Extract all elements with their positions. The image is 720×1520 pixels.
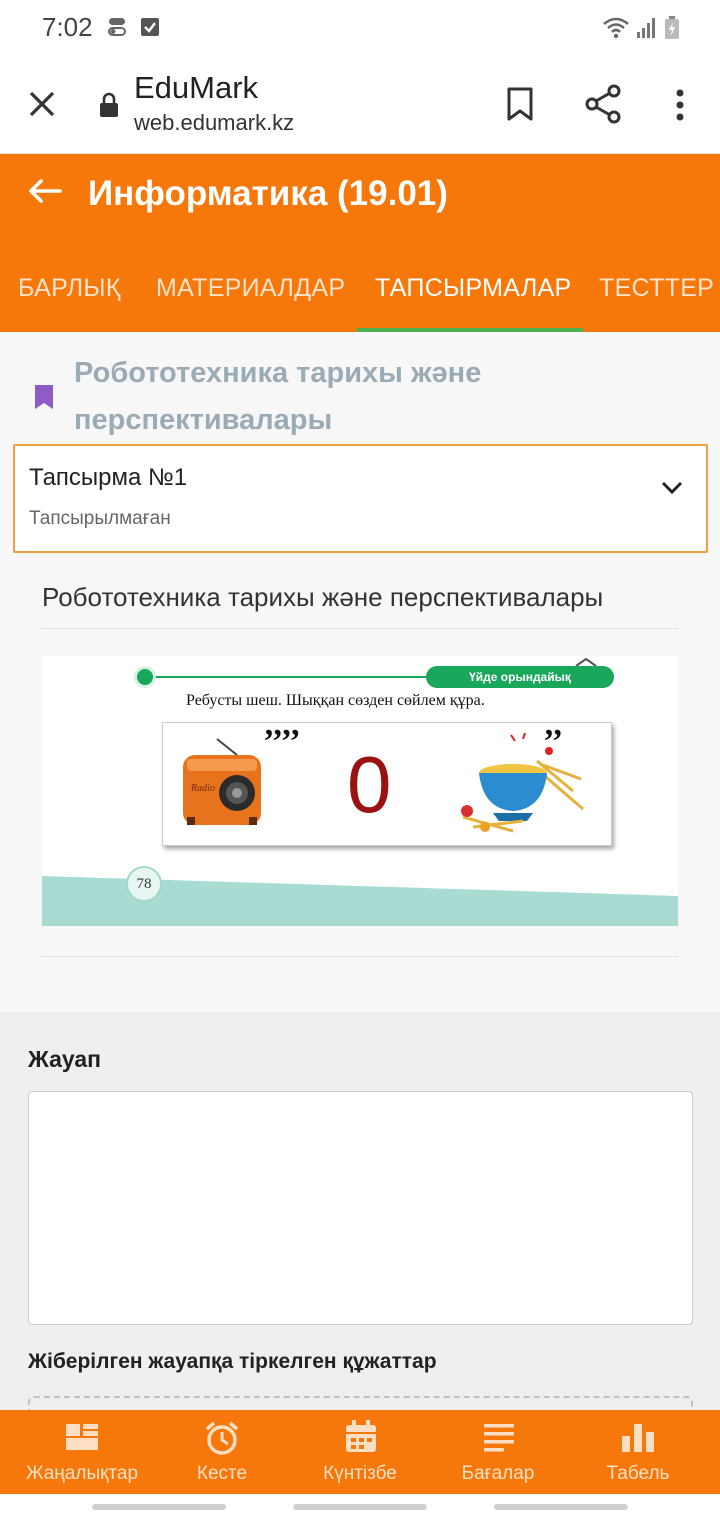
- textbook-page-image: Үйде орындайық Ребусты шеш. Шыққан сөзде…: [42, 656, 678, 926]
- lesson-title: Робототехника тарихы және перспективалар…: [74, 357, 482, 436]
- nav-schedule[interactable]: Кесте: [150, 1410, 294, 1494]
- site-title: EduMark: [134, 70, 259, 105]
- tab-bar: БАРЛЫҚ МАТЕРИАЛДАР ТАПСЫРМАЛАР ТЕСТТЕР: [0, 252, 720, 332]
- radio-icon: Radio: [183, 738, 261, 825]
- nav-label: Табель: [606, 1463, 670, 1484]
- divider: [42, 956, 678, 957]
- task-status: Тапсырылмаған: [29, 508, 171, 529]
- nav-label: Жаңалықтар: [25, 1463, 139, 1484]
- page-title: Информатика (19.01): [88, 174, 448, 213]
- divider: [42, 628, 678, 629]
- rebus-box: Radio ’’’’ 0 ’’: [162, 722, 612, 846]
- nav-label: Бағалар: [461, 1463, 535, 1484]
- nav-label: Күнтізбе: [323, 1463, 397, 1484]
- status-time: 7:02: [42, 12, 93, 42]
- battery-icon: [664, 16, 680, 45]
- task-title: Тапсырма №1: [29, 464, 188, 491]
- attachments-label: Жіберілген жауапқа тіркелген құжаттар: [28, 1350, 437, 1373]
- rebus-instruction: Ребусты шеш. Шыққан сөзден сөйлем құра.: [186, 692, 485, 709]
- answer-section: Жауап Жіберілген жауапқа тіркелген құжат…: [0, 1012, 720, 1436]
- system-navigation-bar: [0, 1494, 720, 1520]
- main-content: Робототехника тарихы және перспективалар…: [0, 332, 720, 1012]
- list-lines-icon: [484, 1424, 514, 1457]
- nav-calendar[interactable]: Күнтізбе: [288, 1410, 432, 1494]
- signal-icon: [636, 16, 658, 45]
- rebus-line: [138, 676, 428, 678]
- alarm-clock-icon: [204, 1420, 240, 1461]
- homework-pill: Үйде орындайық: [426, 666, 614, 688]
- chevron-down-icon[interactable]: [660, 480, 684, 501]
- bottom-navigation: Жаңалықтар Кесте Күнтізбе Бағалар Табель: [0, 1410, 720, 1494]
- app-header: Информатика (19.01) БАРЛЫҚ МАТЕРИАЛДАР Т…: [0, 154, 720, 333]
- nav-report[interactable]: Табель: [566, 1410, 710, 1494]
- more-vert-icon[interactable]: [674, 88, 686, 127]
- toggle-icon: [108, 16, 126, 43]
- lock-icon: [98, 92, 120, 123]
- home-button[interactable]: [293, 1504, 427, 1510]
- tab-all[interactable]: БАРЛЫҚ: [18, 274, 121, 303]
- bar-chart-icon: [622, 1422, 654, 1457]
- nav-news[interactable]: Жаңалықтар: [10, 1410, 154, 1494]
- tab-tasks[interactable]: ТАПСЫРМАЛАР: [375, 274, 572, 303]
- rebus-zero: 0: [347, 740, 392, 829]
- answer-textarea[interactable]: [28, 1091, 693, 1325]
- rebus-dot: [134, 666, 156, 688]
- share-icon[interactable]: [584, 84, 622, 129]
- tab-materials[interactable]: МАТЕРИАЛДАР: [156, 274, 345, 303]
- nav-label: Кесте: [196, 1463, 248, 1484]
- close-icon[interactable]: [26, 88, 58, 125]
- answer-label: Жауап: [28, 1046, 102, 1072]
- task-accordion[interactable]: Тапсырма №1 Тапсырылмаған: [13, 444, 708, 553]
- news-grid-icon: [66, 1424, 98, 1455]
- nav-grades[interactable]: Бағалар: [426, 1410, 570, 1494]
- site-url[interactable]: web.edumark.kz: [134, 110, 294, 136]
- recents-button[interactable]: [92, 1504, 226, 1510]
- page-number: 78: [126, 866, 162, 902]
- checkbox-icon: [140, 16, 160, 43]
- rebus-commas-left: ’’’’: [263, 723, 301, 760]
- browser-toolbar: EduMark web.edumark.kz: [0, 56, 720, 154]
- calendar-icon: [344, 1420, 378, 1459]
- tab-tests[interactable]: ТЕСТТЕР: [599, 274, 714, 303]
- back-button[interactable]: [494, 1504, 628, 1510]
- wifi-icon: [602, 16, 630, 45]
- material-title: Робототехника тарихы және перспективалар…: [42, 582, 604, 612]
- back-arrow-icon[interactable]: [26, 176, 62, 211]
- bookmark-icon[interactable]: [506, 86, 534, 127]
- status-bar: 7:02: [0, 0, 720, 56]
- porridge-bowl-icon: [461, 732, 584, 833]
- lesson-bookmark-icon: [34, 384, 54, 415]
- radio-label: Radio: [190, 783, 215, 794]
